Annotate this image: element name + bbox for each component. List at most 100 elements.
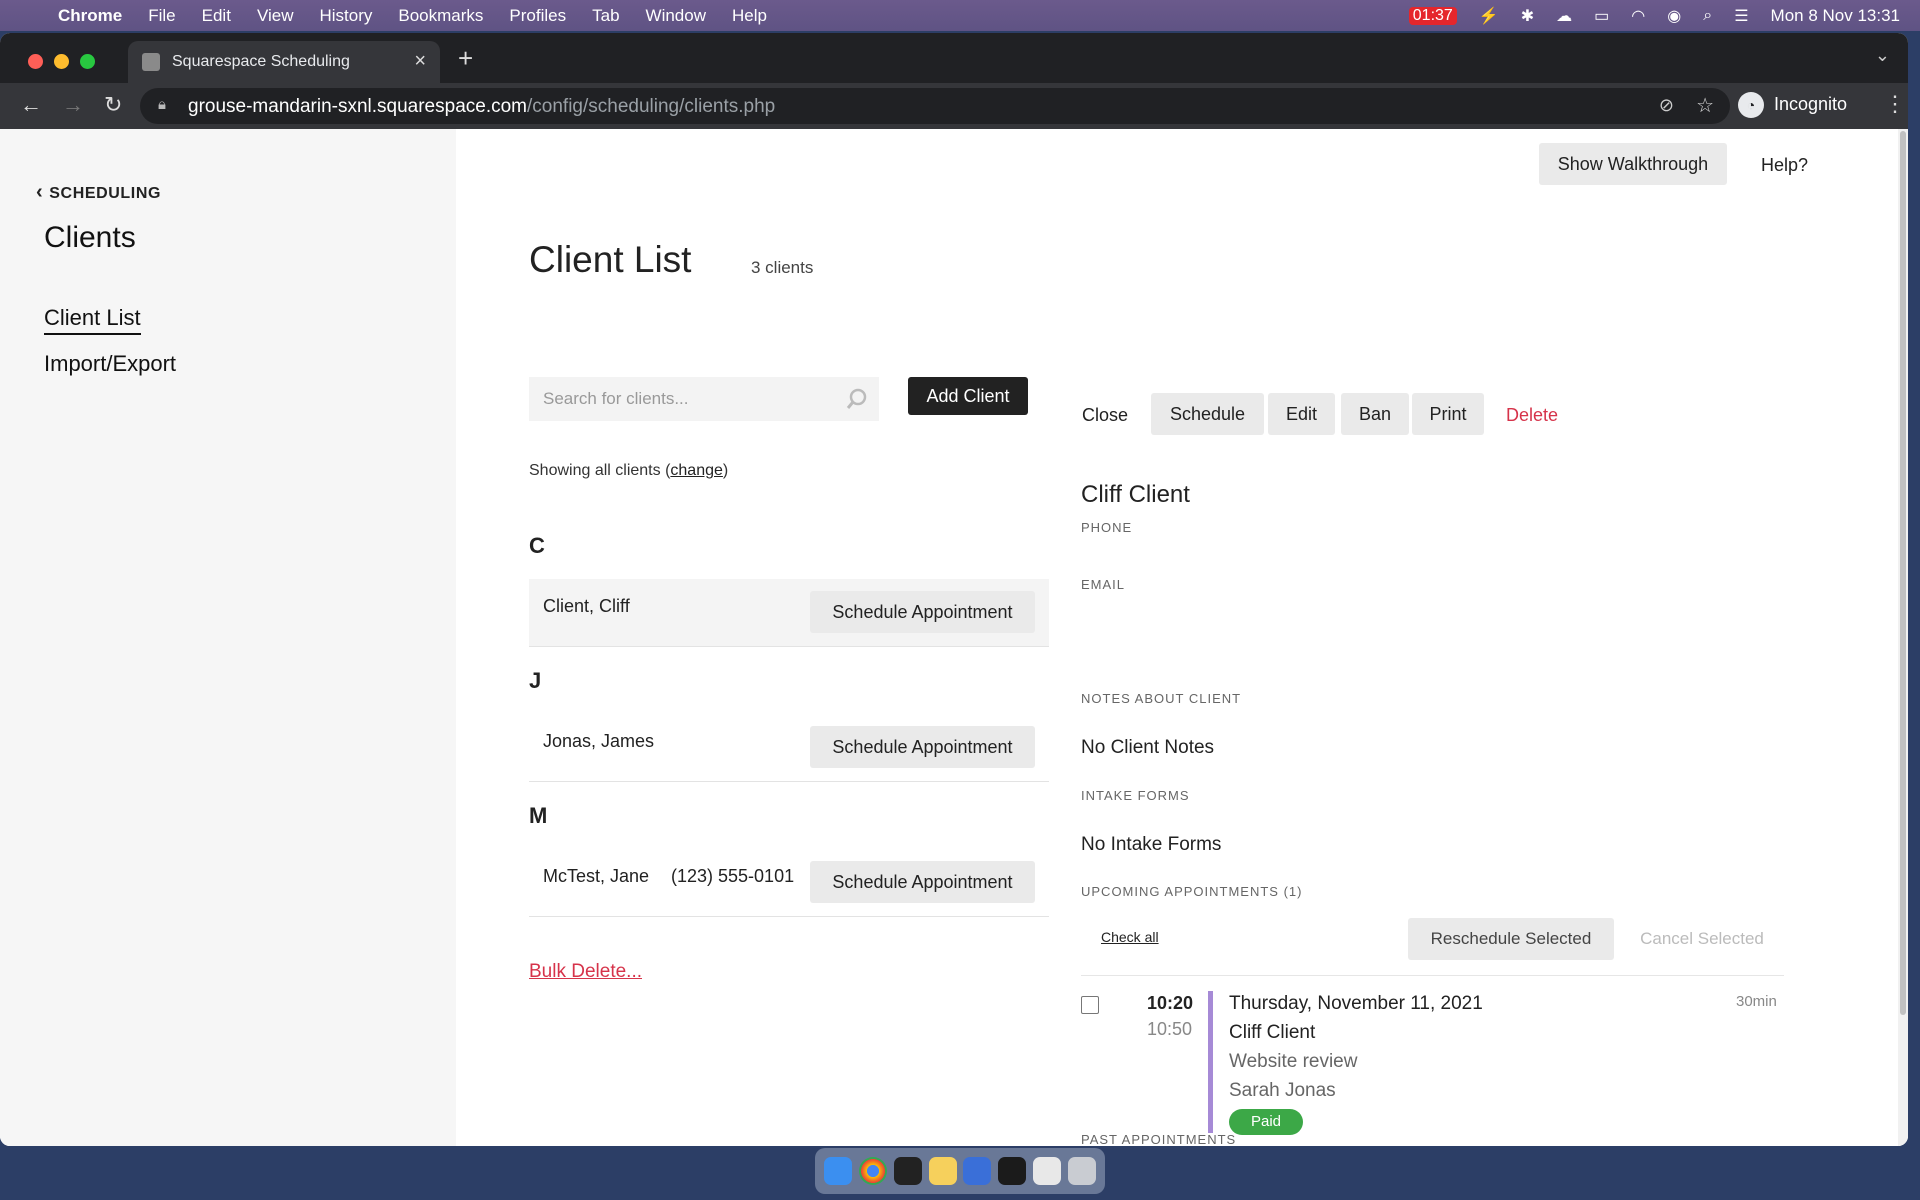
bookmark-star-icon[interactable]: ☆ [1696,93,1714,118]
forward-arrow-icon[interactable]: → [62,92,84,118]
schedule-button[interactable]: Schedule [1151,393,1264,435]
wifi-icon[interactable]: ◠ [1631,6,1645,26]
scrollbar-thumb[interactable] [1900,131,1906,1015]
check-all-link[interactable]: Check all [1101,929,1159,945]
client-row-cliff[interactable]: Client, Cliff Schedule Appointment [529,579,1049,647]
browser-menu-icon[interactable]: ⋮ [1884,91,1906,117]
chevron-left-icon: ‹ [36,181,44,203]
url-text[interactable]: grouse-mandarin-sxnl.squarespace.com/con… [188,96,775,118]
appointment-staff: Sarah Jonas [1229,1080,1336,1101]
menu-file[interactable]: File [148,6,175,26]
browser-window: Squarespace Scheduling × + ⌄ ← → ↻ 🔒︎ gr… [0,33,1908,1146]
incognito-profile[interactable]: ◔ Incognito [1738,92,1847,118]
phone-label: PHONE [1081,520,1133,535]
intake-label: INTAKE FORMS [1081,788,1190,803]
window-zoom-button[interactable] [80,54,95,69]
user-icon[interactable]: ◉ [1667,6,1681,26]
add-client-button[interactable]: Add Client [908,377,1028,415]
trash-icon[interactable] [1067,1157,1096,1185]
client-row-james[interactable]: Jonas, James Schedule Appointment [529,714,1049,782]
showing-suffix: ) [722,462,729,479]
client-name[interactable]: Jonas, James [543,731,654,752]
client-name[interactable]: McTest, Jane [543,866,649,887]
menu-history[interactable]: History [319,6,372,26]
sidebar-item-import-export[interactable]: Import/Export [44,351,176,377]
help-link[interactable]: Help? [1761,155,1808,176]
showing-prefix: Showing all clients ( [529,462,671,479]
macos-dock [815,1148,1105,1194]
delete-button[interactable]: Delete [1506,405,1558,426]
show-walkthrough-button[interactable]: Show Walkthrough [1539,143,1727,185]
url-path: /config/scheduling/clients.php [527,96,776,117]
eye-slash-icon[interactable]: ⊘ [1659,95,1674,116]
bluetooth-icon[interactable]: ✱ [1521,6,1534,26]
finder-icon[interactable] [824,1157,853,1185]
search-icon[interactable] [845,387,869,411]
lock-icon[interactable]: 🔒︎ [158,96,166,113]
notes-value: No Client Notes [1081,737,1215,758]
tab-close-icon[interactable]: × [414,50,426,73]
browser-toolbar: ← → ↻ 🔒︎ grouse-mandarin-sxnl.squarespac… [0,83,1908,129]
page-title: Client List [529,239,692,280]
client-name[interactable]: Client, Cliff [543,596,630,617]
screenshot-icon[interactable] [998,1157,1027,1185]
window-close-button[interactable] [28,54,43,69]
edit-button[interactable]: Edit [1268,393,1335,435]
print-button[interactable]: Print [1412,393,1484,435]
menu-profiles[interactable]: Profiles [509,6,566,26]
bolt-app-icon[interactable] [963,1157,992,1185]
window-minimize-button[interactable] [54,54,69,69]
terminal-icon[interactable] [893,1157,922,1185]
reschedule-selected-button[interactable]: Reschedule Selected [1408,918,1614,960]
group-letter-c: C [529,533,545,558]
appointment-date[interactable]: Thursday, November 11, 2021 [1229,993,1483,1015]
reload-icon[interactable]: ↻ [104,92,122,118]
menu-bookmarks[interactable]: Bookmarks [398,6,483,26]
change-filter-link[interactable]: change [670,462,723,479]
client-row-jane[interactable]: McTest, Jane (123) 555-0101 Schedule App… [529,849,1049,917]
browser-tab[interactable]: Squarespace Scheduling × [128,41,440,83]
schedule-appointment-button[interactable]: Schedule Appointment [810,861,1035,903]
preview-icon[interactable] [1032,1157,1061,1185]
menu-help[interactable]: Help [732,6,767,26]
showing-filter-text: Showing all clients (change) [529,462,728,480]
appointment-checkbox[interactable] [1081,996,1099,1014]
bulk-delete-link[interactable]: Bulk Delete... [529,961,642,983]
battery-timer-badge[interactable]: 01:37 [1408,6,1457,25]
menubar-clock[interactable]: Mon 8 Nov 13:31 [1771,6,1900,26]
back-arrow-icon[interactable]: ← [20,92,42,118]
back-to-scheduling-link[interactable]: ‹ SCHEDULING [36,181,161,204]
bolt-icon[interactable]: ⚡ [1479,6,1499,26]
group-letter-j: J [529,668,542,693]
menu-view[interactable]: View [257,6,294,26]
tab-search-chevron-icon[interactable]: ⌄ [1875,45,1890,66]
control-center-icon[interactable]: ☰ [1734,6,1748,26]
battery-icon[interactable]: ▭ [1594,6,1609,26]
sidebar: ‹ SCHEDULING Clients Client List Import/E… [0,129,456,1146]
client-search [529,377,879,421]
paid-status-badge: Paid [1229,1109,1304,1135]
ban-button[interactable]: Ban [1341,393,1409,435]
menu-edit[interactable]: Edit [202,6,231,26]
email-label: EMAIL [1081,577,1126,592]
spotlight-icon[interactable]: ⌕ [1703,7,1712,25]
appointment-color-bar [1208,991,1213,1133]
notes-icon[interactable] [928,1157,957,1185]
menu-window[interactable]: Window [646,6,706,26]
schedule-appointment-button[interactable]: Schedule Appointment [810,591,1035,633]
weather-icon[interactable]: ☁ [1556,6,1572,26]
sidebar-item-client-list[interactable]: Client List [44,305,141,335]
search-input[interactable] [529,377,847,421]
chrome-icon[interactable] [859,1157,888,1185]
client-detail-name: Cliff Client [1081,481,1190,508]
upcoming-label: UPCOMING APPOINTMENTS (1) [1081,884,1303,899]
cancel-selected-button[interactable]: Cancel Selected [1634,918,1770,960]
menu-tab[interactable]: Tab [592,6,619,26]
close-button[interactable]: Close [1082,405,1128,426]
schedule-appointment-button[interactable]: Schedule Appointment [810,726,1035,768]
address-bar[interactable]: 🔒︎ grouse-mandarin-sxnl.squarespace.com/… [140,88,1730,124]
appointment-end-time: 10:50 [1147,1019,1193,1039]
url-host: grouse-mandarin-sxnl.squarespace.com [188,96,527,117]
new-tab-icon[interactable]: + [458,43,473,74]
menu-app-name[interactable]: Chrome [58,6,122,26]
